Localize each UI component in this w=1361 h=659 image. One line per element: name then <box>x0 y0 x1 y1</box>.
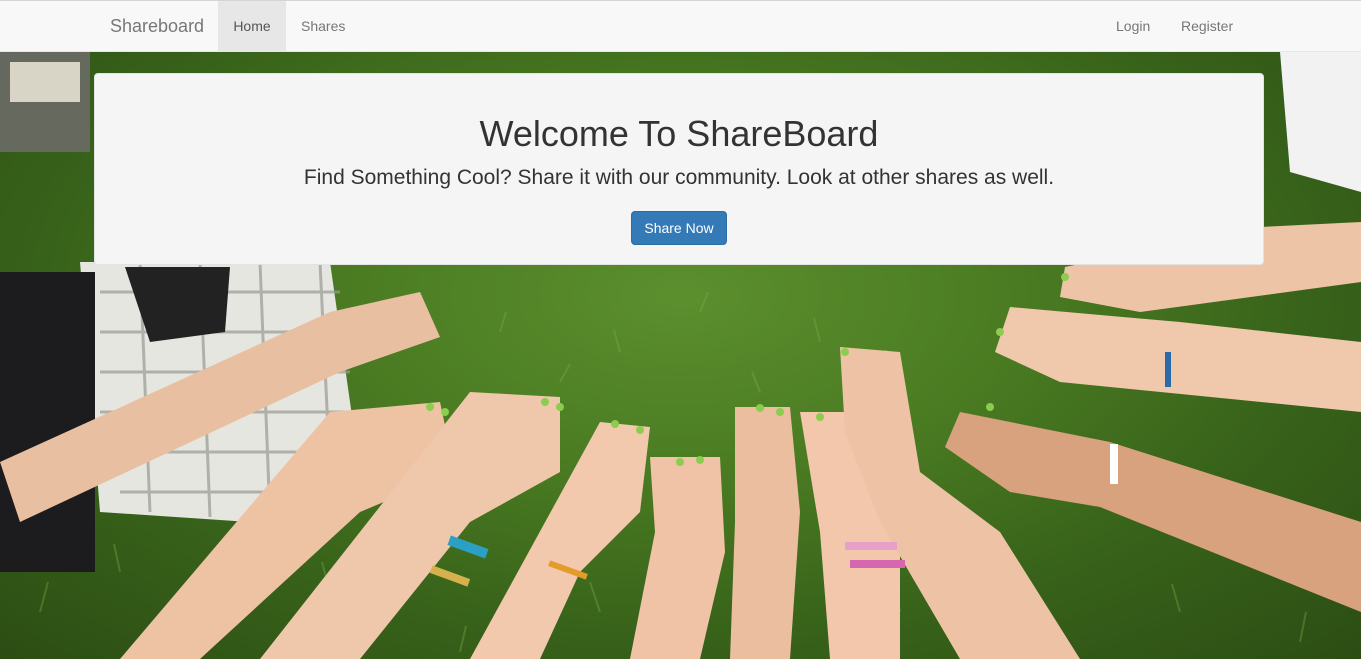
nav-item-shares[interactable]: Shares <box>301 1 345 52</box>
welcome-lead-text: Find Something Cool? Share it with our c… <box>303 166 1055 189</box>
nav-item-register[interactable]: Register <box>1181 1 1233 52</box>
nav-item-home[interactable]: Home <box>218 1 286 52</box>
share-now-button[interactable]: Share Now <box>631 211 727 245</box>
page-title: Welcome To ShareBoard <box>479 113 879 154</box>
nav-item-login[interactable]: Login <box>1116 1 1150 52</box>
welcome-jumbotron: Welcome To ShareBoard Find Something Coo… <box>94 73 1264 265</box>
page: Shareboard Home Shares Login Register We… <box>0 0 1361 659</box>
top-navbar: Shareboard Home Shares Login Register <box>0 0 1361 52</box>
brand-link[interactable]: Shareboard <box>110 1 204 52</box>
